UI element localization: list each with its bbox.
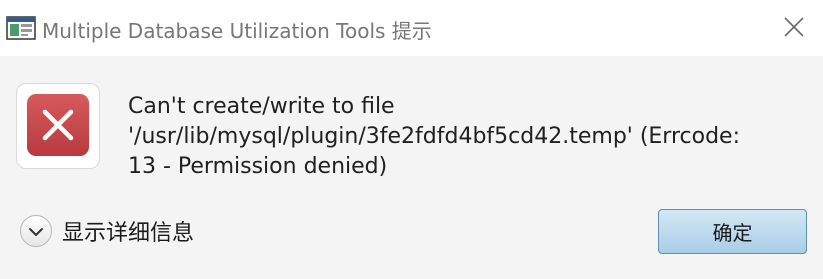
window-title: Multiple Database Utilization Tools 提示: [42, 19, 432, 43]
error-x-icon: [26, 93, 90, 157]
close-icon: [784, 17, 804, 41]
close-button[interactable]: [772, 10, 816, 48]
error-icon-frame: [16, 83, 100, 169]
title-bar: Multiple Database Utilization Tools 提示: [0, 0, 823, 56]
error-message: Can't create/write to file '/usr/lib/mys…: [128, 92, 808, 182]
ok-button[interactable]: 确定: [658, 209, 807, 254]
app-window-icon: [6, 16, 36, 40]
chevron-down-icon: [28, 222, 44, 241]
message-line: Can't create/write to file: [128, 94, 395, 119]
show-details-label[interactable]: 显示详细信息: [62, 215, 194, 247]
message-line: '/usr/lib/mysql/plugin/3fe2fdfd4bf5cd42.…: [128, 124, 740, 149]
message-line: 13 - Permission denied): [128, 154, 388, 179]
show-details-toggle[interactable]: 显示详细信息: [20, 213, 194, 249]
details-expand-button[interactable]: [20, 215, 52, 247]
